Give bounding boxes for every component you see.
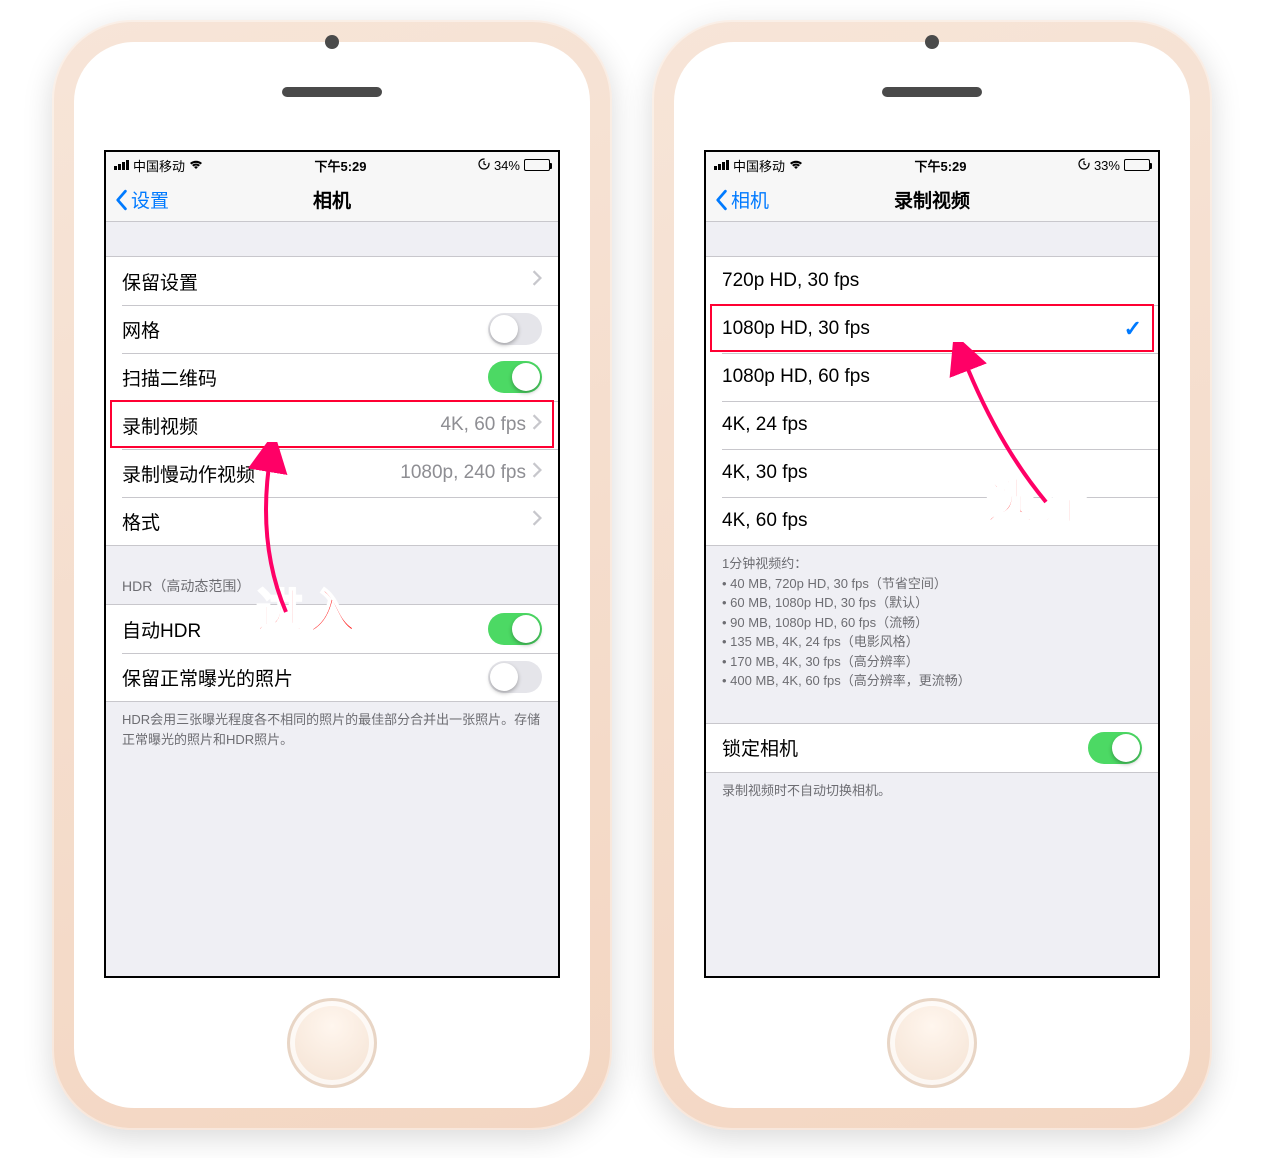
row-label: 保留正常曝光的照片 bbox=[122, 664, 488, 691]
battery-icon bbox=[524, 159, 550, 171]
nav-title: 录制视频 bbox=[706, 186, 1158, 213]
wifi-icon bbox=[789, 158, 803, 173]
home-button[interactable] bbox=[287, 998, 377, 1088]
rotation-lock-icon bbox=[1078, 158, 1090, 173]
toggle-keep-normal[interactable] bbox=[488, 661, 542, 693]
option-1080p-60[interactable]: 1080p HD, 60 fps bbox=[706, 353, 1158, 401]
footer-title: 1分钟视频约： bbox=[722, 554, 1142, 574]
battery-percent: 34% bbox=[494, 158, 520, 173]
option-1080p-30[interactable]: 1080p HD, 30 fps ✓ bbox=[706, 305, 1158, 353]
row-label: 锁定相机 bbox=[722, 734, 1088, 761]
footer-line: • 40 MB, 720p HD, 30 fps（节省空间） bbox=[722, 574, 1142, 594]
row-label: 720p HD, 30 fps bbox=[722, 270, 1142, 292]
row-label: 录制慢动作视频 bbox=[122, 460, 400, 487]
row-preserve-settings[interactable]: 保留设置 bbox=[106, 257, 558, 305]
content-area: 720p HD, 30 fps 1080p HD, 30 fps ✓ 1080p… bbox=[706, 222, 1158, 976]
row-label: 格式 bbox=[122, 508, 532, 535]
back-button[interactable]: 设置 bbox=[114, 186, 169, 213]
status-bar: 中国移动 下午5:29 33% bbox=[706, 152, 1158, 178]
phone-camera-dot bbox=[925, 35, 939, 49]
option-4k-24[interactable]: 4K, 24 fps bbox=[706, 401, 1158, 449]
row-scan-qr[interactable]: 扫描二维码 bbox=[106, 353, 558, 401]
option-4k-60[interactable]: 4K, 60 fps bbox=[706, 497, 1158, 545]
phone-camera-dot bbox=[325, 35, 339, 49]
chevron-right-icon bbox=[532, 462, 542, 484]
row-value: 1080p, 240 fps bbox=[400, 462, 526, 484]
home-button[interactable] bbox=[887, 998, 977, 1088]
toggle-auto-hdr[interactable] bbox=[488, 613, 542, 645]
screen-right: 中国移动 下午5:29 33% 相机 bbox=[704, 150, 1160, 978]
phone-frame-left: 中国移动 下午5:29 34% 设置 bbox=[52, 20, 612, 1130]
row-lock-camera[interactable]: 锁定相机 bbox=[706, 724, 1158, 772]
footer-line: • 400 MB, 4K, 60 fps（高分辨率，更流畅） bbox=[722, 671, 1142, 691]
nav-title: 相机 bbox=[106, 186, 558, 213]
nav-bar: 设置 相机 bbox=[106, 178, 558, 222]
chevron-right-icon bbox=[532, 414, 542, 436]
phone-speaker bbox=[282, 87, 382, 97]
rotation-lock-icon bbox=[478, 158, 490, 173]
toggle-qr[interactable] bbox=[488, 361, 542, 393]
section-footer-hdr: HDR会用三张曝光程度各不相同的照片的最佳部分合并出一张照片。存储正常曝光的照片… bbox=[106, 702, 558, 757]
battery-percent: 33% bbox=[1094, 158, 1120, 173]
row-label: 保留设置 bbox=[122, 268, 532, 295]
chevron-right-icon bbox=[532, 510, 542, 532]
row-value: 4K, 60 fps bbox=[440, 414, 526, 436]
option-4k-30[interactable]: 4K, 30 fps bbox=[706, 449, 1158, 497]
signal-icon bbox=[114, 160, 129, 170]
row-record-video[interactable]: 录制视频 4K, 60 fps bbox=[106, 401, 558, 449]
time-label: 下午5:29 bbox=[314, 156, 366, 175]
section-header-hdr: HDR（高动态范围） bbox=[106, 546, 558, 604]
phone-speaker bbox=[882, 87, 982, 97]
phone-frame-right: 中国移动 下午5:29 33% 相机 bbox=[652, 20, 1212, 1130]
battery-icon bbox=[1124, 159, 1150, 171]
row-record-slomo[interactable]: 录制慢动作视频 1080p, 240 fps bbox=[106, 449, 558, 497]
row-label: 扫描二维码 bbox=[122, 364, 488, 391]
row-label: 4K, 60 fps bbox=[722, 510, 1142, 532]
row-label: 网格 bbox=[122, 316, 488, 343]
row-label: 自动HDR bbox=[122, 616, 488, 643]
toggle-lock-camera[interactable] bbox=[1088, 732, 1142, 764]
option-720p-30[interactable]: 720p HD, 30 fps bbox=[706, 257, 1158, 305]
row-label: 4K, 24 fps bbox=[722, 414, 1142, 436]
time-label: 下午5:29 bbox=[914, 156, 966, 175]
footer-line: • 60 MB, 1080p HD, 30 fps（默认） bbox=[722, 593, 1142, 613]
row-label: 1080p HD, 30 fps bbox=[722, 318, 1124, 340]
footer-line: • 135 MB, 4K, 24 fps（电影风格） bbox=[722, 632, 1142, 652]
carrier-label: 中国移动 bbox=[733, 156, 785, 175]
carrier-label: 中国移动 bbox=[133, 156, 185, 175]
chevron-right-icon bbox=[532, 270, 542, 292]
row-keep-normal-photo[interactable]: 保留正常曝光的照片 bbox=[106, 653, 558, 701]
row-auto-hdr[interactable]: 自动HDR bbox=[106, 605, 558, 653]
row-grid[interactable]: 网格 bbox=[106, 305, 558, 353]
signal-icon bbox=[714, 160, 729, 170]
wifi-icon bbox=[189, 158, 203, 173]
footer-line: • 170 MB, 4K, 30 fps（高分辨率） bbox=[722, 652, 1142, 672]
section-footer-lock: 录制视频时不自动切换相机。 bbox=[706, 773, 1158, 809]
back-label: 设置 bbox=[131, 186, 169, 213]
nav-bar: 相机 录制视频 bbox=[706, 178, 1158, 222]
back-button[interactable]: 相机 bbox=[714, 186, 769, 213]
status-bar: 中国移动 下午5:29 34% bbox=[106, 152, 558, 178]
row-label: 录制视频 bbox=[122, 412, 440, 439]
screen-left: 中国移动 下午5:29 34% 设置 bbox=[104, 150, 560, 978]
video-options-group: 720p HD, 30 fps 1080p HD, 30 fps ✓ 1080p… bbox=[706, 256, 1158, 546]
row-label: 1080p HD, 60 fps bbox=[722, 366, 1142, 388]
row-formats[interactable]: 格式 bbox=[106, 497, 558, 545]
back-label: 相机 bbox=[731, 186, 769, 213]
checkmark-icon: ✓ bbox=[1124, 316, 1142, 342]
section-footer-sizes: 1分钟视频约： • 40 MB, 720p HD, 30 fps（节省空间） •… bbox=[706, 546, 1158, 699]
row-label: 4K, 30 fps bbox=[722, 462, 1142, 484]
toggle-grid[interactable] bbox=[488, 313, 542, 345]
content-area: 保留设置 网格 扫描二维码 录制视频 4K, 60 fps bbox=[106, 222, 558, 976]
footer-line: • 90 MB, 1080p HD, 60 fps（流畅） bbox=[722, 613, 1142, 633]
